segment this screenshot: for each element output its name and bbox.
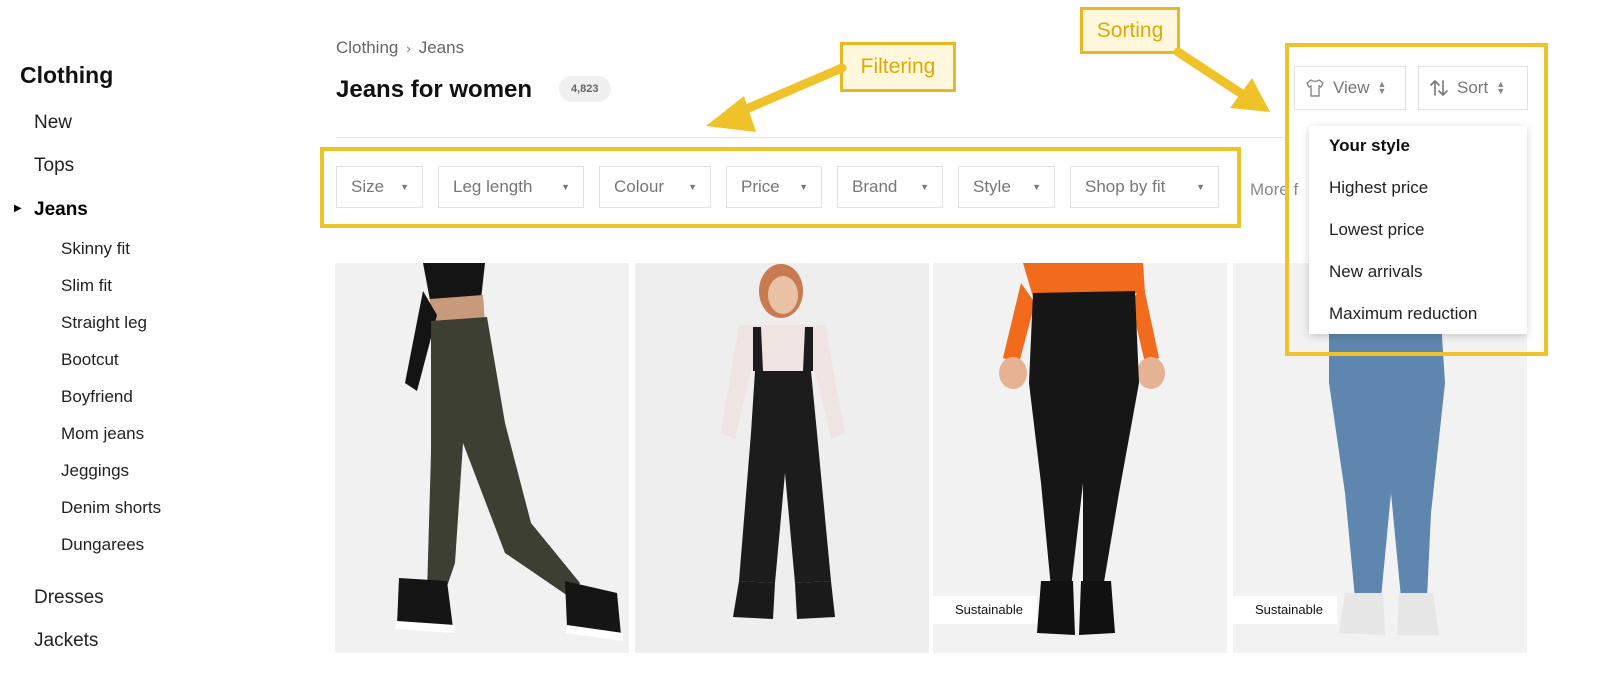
filter-leg-length-label: Leg length	[453, 177, 533, 196]
caret-down-icon: ▼	[920, 182, 929, 192]
product-card[interactable]	[635, 263, 929, 653]
sidebar-subitem-boyfriend[interactable]: Boyfriend	[61, 387, 133, 407]
caret-down-icon: ▼	[1196, 182, 1205, 192]
caret-down-icon: ▼	[688, 182, 697, 192]
filter-brand[interactable]: Brand ▼	[837, 166, 943, 208]
breadcrumb: Clothing › Jeans	[336, 38, 464, 58]
caret-down-icon: ▼	[1032, 182, 1041, 192]
shoe-shape	[795, 581, 835, 619]
shoe-shape	[1079, 581, 1115, 635]
chevron-right-icon: ›	[406, 40, 411, 56]
filter-shop-by-fit[interactable]: Shop by fit ▼	[1070, 166, 1219, 208]
sidebar-title: Clothing	[20, 62, 114, 88]
sidebar-subitem-mom-jeans[interactable]: Mom jeans	[61, 424, 144, 444]
page-title: Jeans for women	[336, 76, 533, 103]
shoe-shape	[397, 578, 453, 628]
shoe-shape	[733, 581, 775, 619]
sustainable-badge: Sustainable	[933, 596, 1037, 624]
sort-option-lowest-price[interactable]: Lowest price	[1329, 220, 1424, 240]
sidebar-subitem-denim-shorts[interactable]: Denim shorts	[61, 498, 161, 518]
sorting-callout: Sorting	[1080, 7, 1180, 54]
sort-option-new-arrivals[interactable]: New arrivals	[1329, 262, 1423, 282]
sort-option-maximum-reduction[interactable]: Maximum reduction	[1329, 304, 1477, 324]
filter-colour[interactable]: Colour ▼	[599, 166, 711, 208]
caret-down-icon: ▼	[561, 182, 570, 192]
sidebar-subitem-jeggings[interactable]: Jeggings	[61, 461, 129, 481]
caret-down-icon: ▼	[799, 182, 808, 192]
shoe-shape	[1339, 593, 1385, 635]
product-image	[635, 263, 929, 653]
sort-button[interactable]: Sort ▲ ▼	[1418, 66, 1528, 110]
filter-size-label: Size	[351, 177, 385, 196]
product-card[interactable]	[335, 263, 629, 653]
filter-style-label: Style	[973, 177, 1011, 196]
header-divider	[336, 137, 1286, 138]
view-button[interactable]: View ▲ ▼	[1294, 66, 1406, 110]
sort-option-your-style[interactable]: Your style	[1329, 136, 1410, 156]
sidebar-item-new[interactable]: New	[34, 112, 72, 134]
sidebar-subitem-dungarees[interactable]: Dungarees	[61, 535, 144, 555]
sidebar-subitem-skinny-fit[interactable]: Skinny fit	[61, 239, 130, 259]
product-image	[933, 263, 1227, 653]
filtering-callout: Filtering	[840, 42, 956, 92]
product-card[interactable]: Sustainable	[933, 263, 1227, 653]
sort-option-highest-price[interactable]: Highest price	[1329, 178, 1428, 198]
shirt-icon	[1306, 79, 1324, 97]
sustainable-badge: Sustainable	[1233, 596, 1337, 624]
sidebar-subitem-straight-leg[interactable]: Straight leg	[61, 313, 147, 333]
breadcrumb-item-jeans[interactable]: Jeans	[419, 38, 464, 58]
filter-size[interactable]: Size ▼	[336, 166, 423, 208]
sidebar-subitem-slim-fit[interactable]: Slim fit	[61, 276, 112, 296]
filter-leg-length[interactable]: Leg length ▼	[438, 166, 584, 208]
sort-button-label: Sort	[1457, 78, 1489, 97]
shoe-shape	[1037, 581, 1075, 635]
sort-arrows-icon	[1430, 80, 1448, 96]
breadcrumb-item-clothing[interactable]: Clothing	[336, 38, 398, 58]
sidebar-item-jackets[interactable]: Jackets	[34, 630, 98, 652]
filter-style[interactable]: Style ▼	[958, 166, 1055, 208]
sidebar-item-jeans[interactable]: Jeans	[34, 199, 88, 221]
more-filters-link[interactable]: More f	[1250, 180, 1298, 200]
result-count-badge: 4,823	[559, 76, 611, 102]
caret-down-icon: ▼	[400, 182, 409, 192]
active-indicator-icon: ▶	[14, 203, 22, 214]
product-image	[335, 263, 629, 653]
filter-price[interactable]: Price ▼	[726, 166, 822, 208]
category-sidebar: Clothing New Tops ▶ Jeans Skinny fit Sli…	[0, 0, 330, 688]
filter-brand-label: Brand	[852, 177, 898, 196]
filter-price-label: Price	[741, 177, 780, 196]
updown-icon: ▲ ▼	[1377, 79, 1387, 96]
sort-dropdown-menu: Your style Highest price Lowest price Ne…	[1309, 126, 1527, 334]
sidebar-item-tops[interactable]: Tops	[34, 155, 74, 177]
updown-icon: ▲ ▼	[1496, 79, 1506, 96]
sidebar-subitem-bootcut[interactable]: Bootcut	[61, 350, 119, 370]
sidebar-item-dresses[interactable]: Dresses	[34, 587, 104, 609]
filter-shop-by-fit-label: Shop by fit	[1085, 177, 1166, 196]
filter-colour-label: Colour	[614, 177, 665, 196]
view-button-label: View	[1333, 78, 1370, 97]
shoe-shape	[1397, 593, 1439, 635]
